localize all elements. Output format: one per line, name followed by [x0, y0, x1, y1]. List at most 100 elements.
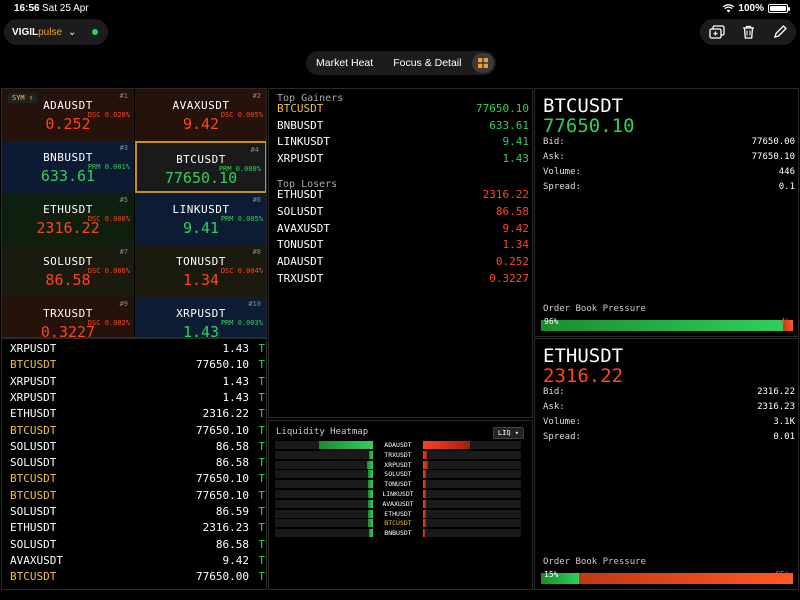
app-name-bold: VIGIL [12, 26, 39, 38]
tile-price: 9.42 [182, 115, 220, 133]
battery-icon [768, 4, 790, 13]
detail-volume-value: 446 [778, 167, 795, 177]
feed-flag: T [258, 374, 265, 388]
app-switcher[interactable]: VIGIL pulse ⌄ [4, 19, 108, 45]
toolbar [700, 19, 796, 45]
loser-row[interactable]: ETHUSDT 2316.22 [277, 187, 529, 203]
loser-row[interactable]: ADAUSDT 0.252 [277, 254, 529, 270]
detail-ask-value: 2316.23 [757, 402, 795, 412]
feed-price: 1.43 [222, 342, 250, 355]
ask-liquidity-bar [423, 490, 521, 498]
gainer-price: 77650.10 [476, 102, 529, 115]
loser-symbol: ADAUSDT [277, 255, 324, 269]
detail-symbol: BTCUSDT [543, 95, 624, 117]
tile-price: 1.34 [182, 271, 220, 289]
feed-symbol: BTCUSDT [10, 488, 57, 502]
heat-tile[interactable]: #5 ETHUSDT DSC 0.000% 2316.22 [2, 193, 134, 245]
sort-button[interactable]: SYM ↑ [8, 93, 38, 103]
pencil-icon[interactable] [773, 25, 788, 39]
heat-tile[interactable]: #9 TRXUSDT DSC 0.002% 0.3227 [2, 297, 134, 337]
feed-price: 2316.23 [202, 521, 249, 535]
gainer-symbol: BNBUSDT [277, 118, 324, 132]
battery-percent: 100% [738, 3, 764, 14]
heat-tile[interactable]: #3 BNBUSDT PRM 0.001% 633.61 [2, 141, 134, 193]
bid-liquidity-bar [275, 519, 373, 528]
feed-flag: T [258, 570, 265, 584]
ask-liquidity-bar [423, 509, 521, 518]
heatmap-symbol: LINKUSDT [382, 490, 414, 498]
status-bar: 16:56 Sat 25 Apr 100% [0, 0, 800, 18]
pressure-ask-label: 85% [775, 570, 790, 579]
loser-price: 86.58 [495, 204, 529, 218]
detail-bid-value: 77650.00 [751, 137, 795, 147]
heat-tile[interactable]: #7 SOLUSDT DSC 0.006% 86.58 [2, 245, 134, 297]
feed-price: 77650.00 [196, 570, 249, 584]
bid-liquidity-bar [275, 499, 373, 508]
detail-bid: Bid: 2316.22 [543, 385, 795, 400]
loser-row[interactable]: TRXUSDT 0.3227 [277, 271, 529, 287]
ask-liquidity-bar [423, 529, 521, 538]
detail-price: 77650.10 [543, 115, 635, 137]
detail-volume: Volume: 446 [543, 165, 795, 180]
pressure-bid-fill [541, 320, 783, 331]
tile-price: 77650.10 [164, 169, 238, 187]
status-right: 100% [723, 3, 790, 14]
feed-flag: T [258, 456, 265, 470]
feed-symbol: SOLUSDT [10, 439, 57, 453]
detail-panel-secondary: ETHUSDT 2316.22 Bid: 2316.22 Ask: 2316.23 Volu… [534, 338, 799, 590]
heat-tile[interactable]: #4 BTCUSDT PRM 0.000% 77650.10 [135, 141, 266, 193]
loser-row[interactable]: TONUSDT 1.34 [277, 237, 529, 253]
tab-grid-layout[interactable] [472, 53, 494, 73]
gainer-price: 1.43 [502, 151, 530, 165]
tab-focus-detail[interactable]: Focus & Detail [383, 51, 471, 75]
top-movers: Top Gainers Top Losers BTCUSDT 77650.10 BN… [268, 88, 533, 418]
grid-icon [478, 58, 488, 68]
feed-symbol: SOLUSDT [10, 537, 57, 551]
pressure-ask-fill [578, 573, 793, 584]
heatmap-symbol: TRXUSDT [384, 450, 412, 459]
bid-liquidity-bar [275, 441, 373, 449]
heat-tile[interactable]: #10 XRPUSDT PRM 0.003% 1.43 [135, 297, 266, 337]
liq-filter-button[interactable]: LIQ ▾ [492, 427, 524, 439]
heat-tile[interactable]: #2 AVAXUSDT DSC 0.005% 9.42 [135, 89, 266, 141]
trade-feed: XRPUSDT 1.43 T BTCUSDT 77650.10 T XRPUSDT 1.43 T… [1, 338, 267, 590]
tile-price: 0.252 [45, 115, 91, 133]
loser-row[interactable]: SOLUSDT 86.58 [277, 204, 529, 220]
gainer-row[interactable]: XRPUSDT 1.43 [277, 151, 529, 167]
loser-price: 0.3227 [489, 272, 529, 285]
feed-symbol: BTCUSDT [10, 423, 57, 437]
bid-liquidity-bar [275, 450, 373, 459]
feed-row: SOLUSDT 86.58 T [10, 537, 265, 553]
feed-flag: T [258, 342, 265, 355]
tab-market-heat[interactable]: Market Heat [306, 51, 383, 75]
detail-volume-label: Volume: [543, 167, 581, 177]
pressure-ask-label: 4% [780, 317, 790, 326]
feed-row: BTCUSDT 77650.10 T [10, 423, 265, 439]
feed-row: BTCUSDT 77650.10 T [10, 488, 265, 504]
gainer-row[interactable]: BTCUSDT 77650.10 [277, 101, 529, 117]
loser-row[interactable]: AVAXUSDT 9.42 [277, 221, 529, 237]
loser-price: 0.252 [495, 255, 529, 269]
detail-spread-value: 0.1 [778, 182, 795, 192]
gainer-row[interactable]: LINKUSDT 9.41 [277, 134, 529, 150]
trash-icon[interactable] [742, 25, 755, 39]
feed-flag: T [258, 358, 265, 372]
feed-symbol: XRPUSDT [10, 342, 57, 355]
market-heat-grid: #1 ADAUSDT DSC 0.020% 0.252 #2 AVAXUSDT DSC 0.… [1, 88, 267, 338]
detail-ask: Ask: 2316.23 [543, 400, 795, 415]
loser-price: 9.42 [502, 221, 530, 235]
ask-liquidity-bar [423, 480, 521, 489]
feed-symbol: AVAXUSDT [10, 553, 63, 567]
feed-symbol: ETHUSDT [10, 407, 57, 421]
bid-liquidity-bar [275, 490, 373, 498]
pressure-bar: 96% 4% [541, 317, 793, 331]
heat-tile[interactable]: #8 TONUSDT DSC 0.004% 1.34 [135, 245, 266, 297]
detail-volume: Volume: 3.1K [543, 415, 795, 430]
heat-tile[interactable]: #6 LINKUSDT PRM 0.005% 9.41 [135, 193, 266, 245]
detail-ask-label: Ask: [543, 152, 565, 162]
add-window-icon[interactable] [709, 25, 725, 39]
bid-liquidity-bar [275, 460, 373, 469]
feed-price: 86.58 [215, 439, 249, 453]
gainer-row[interactable]: BNBUSDT 633.61 [277, 118, 529, 134]
feed-symbol: SOLUSDT [10, 456, 57, 470]
